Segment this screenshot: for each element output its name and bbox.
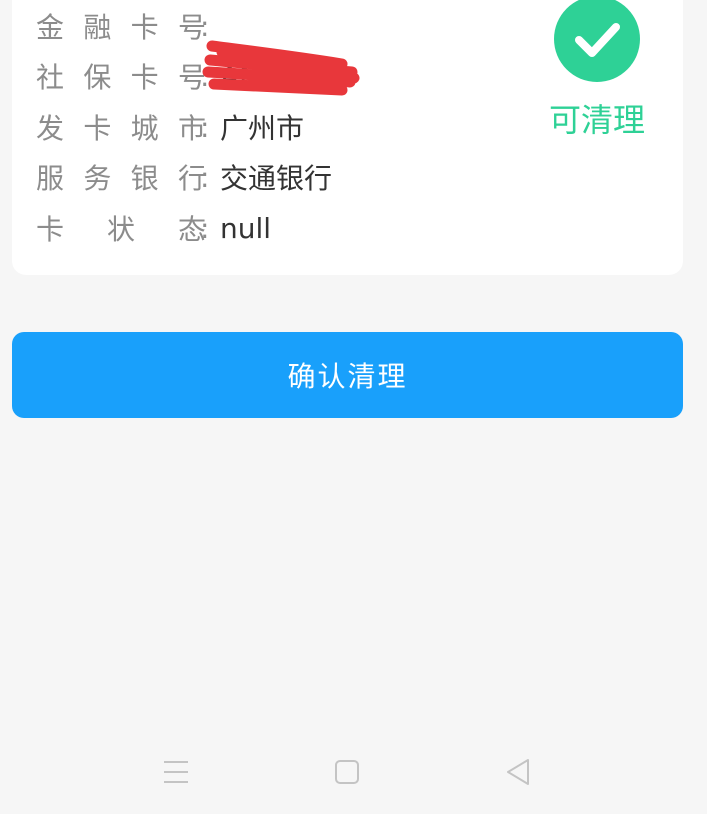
status-check-badge (554, 0, 640, 82)
status-text: 可清理 (548, 101, 645, 139)
label-char: 卡 (36, 213, 65, 246)
label-colon: : (200, 211, 210, 245)
label-char: 社 (36, 61, 65, 94)
label-colon: : (200, 9, 210, 43)
label-char: 金 (36, 11, 65, 44)
label-char: 务 (83, 162, 112, 195)
label-char: 服 (36, 162, 65, 195)
label-char: 卡 (83, 112, 112, 145)
info-label: 卡 状 态 (36, 208, 206, 248)
issuing-city-value: 广州市 (220, 112, 305, 145)
card-info-panel: 金 融 卡 号 : 社 保 卡 号 : AN 发 卡 城 市: 广州市 服 务… (12, 0, 683, 275)
label-colon: : (200, 59, 210, 93)
label-char: 银 (130, 162, 159, 195)
confirm-clear-button[interactable]: 确认清理 (12, 332, 683, 418)
label-char: 城 (130, 112, 159, 145)
home-icon (335, 760, 359, 784)
label-colon: : (200, 110, 210, 144)
menu-icon (164, 761, 188, 783)
check-icon (575, 23, 620, 57)
info-row-issuing-city: 发 卡 城 市 : 广州市 (36, 107, 304, 147)
label-colon: : (200, 160, 210, 194)
social-security-card-number: AN (220, 59, 261, 93)
nav-menu-button[interactable] (156, 752, 196, 792)
info-row-service-bank: 服 务 银 行 : 交通银行 (36, 157, 332, 197)
system-nav-bar (0, 730, 707, 814)
back-icon (507, 759, 529, 785)
label-char: 发 (36, 112, 65, 145)
info-row-social-security-card: 社 保 卡 号 : AN (36, 56, 260, 96)
label-char: 卡 (130, 61, 159, 94)
info-row-financial-card: 金 融 卡 号 : (36, 6, 220, 46)
info-row-card-status: 卡 状 态 : null (36, 208, 271, 248)
label-char: 融 (83, 11, 112, 44)
label-char: 卡 (130, 11, 159, 44)
service-bank-value: 交通银行 (220, 162, 333, 195)
nav-home-button[interactable] (327, 752, 367, 792)
label-char: 状 (106, 213, 135, 246)
label-char: 保 (83, 61, 112, 94)
info-label: 金 融 卡 号 (36, 6, 206, 46)
nav-back-button[interactable] (498, 752, 538, 792)
confirm-clear-label: 确认清理 (287, 360, 408, 393)
page: 金 融 卡 号 : 社 保 卡 号 : AN 发 卡 城 市: 广州市 服 务… (0, 0, 707, 814)
info-label: 社 保 卡 号 (36, 56, 206, 96)
card-status-value: null (220, 211, 272, 245)
info-label: 服 务 银 行 (36, 157, 206, 197)
info-label: 发 卡 城 市 (36, 107, 206, 147)
